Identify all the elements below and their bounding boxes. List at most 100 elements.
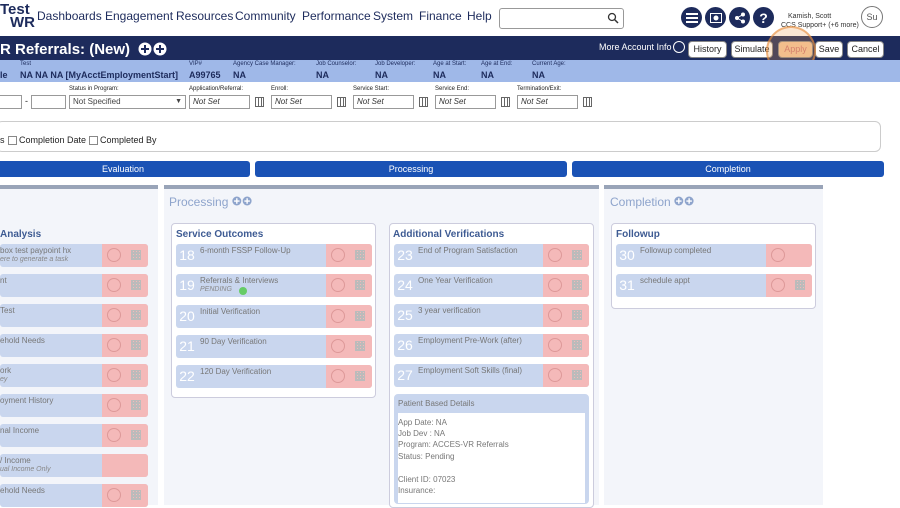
task-card[interactable]: oyment History bbox=[0, 394, 148, 417]
grid-icon[interactable] bbox=[131, 400, 141, 410]
task-card[interactable]: 25 3 year verification bbox=[394, 304, 589, 327]
task-card[interactable]: 19 Referrals & Interviews PENDING bbox=[176, 274, 372, 297]
cancel-button[interactable]: Cancel bbox=[847, 41, 884, 58]
grid-icon[interactable] bbox=[355, 280, 365, 290]
completed-by-checkbox[interactable] bbox=[89, 136, 98, 145]
status-circle-icon[interactable] bbox=[107, 428, 121, 442]
nav-performance[interactable]: Performance bbox=[302, 9, 371, 23]
nav-community[interactable]: Community bbox=[235, 9, 296, 23]
task-card[interactable]: 21 90 Day Verification bbox=[176, 335, 372, 358]
status-circle-icon[interactable] bbox=[771, 248, 785, 262]
status-circle-icon[interactable] bbox=[107, 278, 121, 292]
service-end-input[interactable]: Not Set bbox=[435, 95, 496, 109]
status-circle-icon[interactable] bbox=[331, 278, 345, 292]
task-card[interactable]: 23 End of Program Satisfaction bbox=[394, 244, 589, 267]
grid-icon[interactable] bbox=[131, 280, 141, 290]
task-card[interactable]: 26 Employment Pre-Work (after) bbox=[394, 334, 589, 357]
status-circle-icon[interactable] bbox=[107, 398, 121, 412]
grid-icon[interactable] bbox=[572, 340, 582, 350]
grid-icon[interactable] bbox=[131, 250, 141, 260]
task-card[interactable]: 24 One Year Verification bbox=[394, 274, 589, 297]
task-card[interactable]: 22 120 Day Verification bbox=[176, 365, 372, 388]
grid-icon[interactable] bbox=[355, 341, 365, 351]
status-select[interactable]: Not Specified ▼ bbox=[69, 95, 186, 109]
task-card[interactable]: nt bbox=[0, 274, 148, 297]
grid-icon[interactable] bbox=[795, 280, 805, 290]
grid-icon[interactable] bbox=[572, 370, 582, 380]
grid-icon[interactable] bbox=[131, 340, 141, 350]
application-date-input[interactable]: Not Set bbox=[189, 95, 250, 109]
expand-icon[interactable] bbox=[232, 196, 254, 206]
termination-date-input[interactable]: Not Set bbox=[517, 95, 578, 109]
nav-engagement[interactable]: Engagement bbox=[105, 9, 173, 23]
completion-date-checkbox[interactable] bbox=[8, 136, 17, 145]
status-circle-icon[interactable] bbox=[107, 248, 121, 262]
nav-system[interactable]: System bbox=[373, 9, 413, 23]
status-circle-icon[interactable] bbox=[331, 309, 345, 323]
status-circle-icon[interactable] bbox=[548, 368, 562, 382]
status-circle-icon[interactable] bbox=[107, 368, 121, 382]
task-card[interactable]: 20 Initial Verification bbox=[176, 305, 372, 328]
range-start-input[interactable] bbox=[0, 95, 22, 109]
expand-icon[interactable] bbox=[674, 196, 696, 206]
grid-icon[interactable] bbox=[131, 430, 141, 440]
grid-icon[interactable] bbox=[572, 250, 582, 260]
nav-resources[interactable]: Resources bbox=[176, 9, 233, 23]
history-button[interactable]: History bbox=[688, 41, 727, 58]
app-logo[interactable]: Test WR bbox=[0, 2, 35, 30]
grid-icon[interactable] bbox=[131, 310, 141, 320]
task-card[interactable]: ork ey bbox=[0, 364, 148, 387]
status-circle-icon[interactable] bbox=[107, 308, 121, 322]
status-circle-icon[interactable] bbox=[771, 278, 785, 292]
status-circle-icon[interactable] bbox=[548, 278, 562, 292]
list-icon[interactable] bbox=[681, 7, 702, 28]
grid-icon[interactable] bbox=[355, 250, 365, 260]
task-card[interactable]: Test bbox=[0, 304, 148, 327]
grid-icon[interactable] bbox=[355, 371, 365, 381]
status-circle-icon[interactable] bbox=[331, 339, 345, 353]
info-circle-icon[interactable] bbox=[673, 41, 685, 53]
grid-icon[interactable] bbox=[572, 310, 582, 320]
expand-icon[interactable] bbox=[138, 42, 170, 56]
status-circle-icon[interactable] bbox=[331, 369, 345, 383]
nav-finance[interactable]: Finance bbox=[419, 9, 462, 23]
share-icon[interactable] bbox=[729, 7, 750, 28]
status-circle-icon[interactable] bbox=[107, 488, 121, 502]
calendar-icon[interactable] bbox=[501, 97, 510, 107]
grid-icon[interactable] bbox=[572, 280, 582, 290]
status-circle-icon[interactable] bbox=[548, 248, 562, 262]
stage-completion[interactable]: Completion bbox=[572, 161, 884, 177]
more-account-info[interactable]: More Account Info bbox=[599, 42, 672, 52]
task-card[interactable]: ehold Needs bbox=[0, 484, 148, 507]
task-card[interactable]: ehold Needs bbox=[0, 334, 148, 357]
task-card[interactable]: 30 Followup completed bbox=[616, 244, 812, 267]
task-card[interactable]: / Income ual Income Only bbox=[0, 454, 148, 477]
stage-processing[interactable]: Processing bbox=[255, 161, 567, 177]
grid-icon[interactable] bbox=[355, 311, 365, 321]
save-button[interactable]: Save bbox=[815, 41, 843, 58]
nav-help[interactable]: Help bbox=[467, 9, 492, 23]
status-circle-icon[interactable] bbox=[548, 308, 562, 322]
task-card[interactable]: box test paypoint hx ere to generate a ta… bbox=[0, 244, 148, 267]
status-circle-icon[interactable] bbox=[548, 338, 562, 352]
search-input[interactable] bbox=[499, 8, 624, 29]
stage-evaluation[interactable]: Evaluation bbox=[0, 161, 250, 177]
calendar-icon[interactable] bbox=[337, 97, 346, 107]
service-start-input[interactable]: Not Set bbox=[353, 95, 414, 109]
task-card[interactable]: 31 schedule appt bbox=[616, 274, 812, 297]
task-card[interactable]: 27 Employment Soft Skills (final) bbox=[394, 364, 589, 387]
status-circle-icon[interactable] bbox=[331, 248, 345, 262]
calendar-icon[interactable] bbox=[419, 97, 428, 107]
nav-dashboards[interactable]: Dashboards bbox=[37, 9, 102, 23]
task-card[interactable]: 18 6-month FSSP Follow-Up bbox=[176, 244, 372, 267]
task-card[interactable]: nal Income bbox=[0, 424, 148, 447]
help-icon[interactable]: ? bbox=[753, 7, 774, 28]
avatar[interactable]: Su bbox=[861, 6, 883, 28]
range-end-input[interactable] bbox=[31, 95, 66, 109]
grid-icon[interactable] bbox=[131, 370, 141, 380]
calendar-icon[interactable] bbox=[255, 97, 264, 107]
image-icon[interactable] bbox=[705, 7, 726, 28]
enroll-date-input[interactable]: Not Set bbox=[271, 95, 332, 109]
status-circle-icon[interactable] bbox=[107, 338, 121, 352]
calendar-icon[interactable] bbox=[583, 97, 592, 107]
